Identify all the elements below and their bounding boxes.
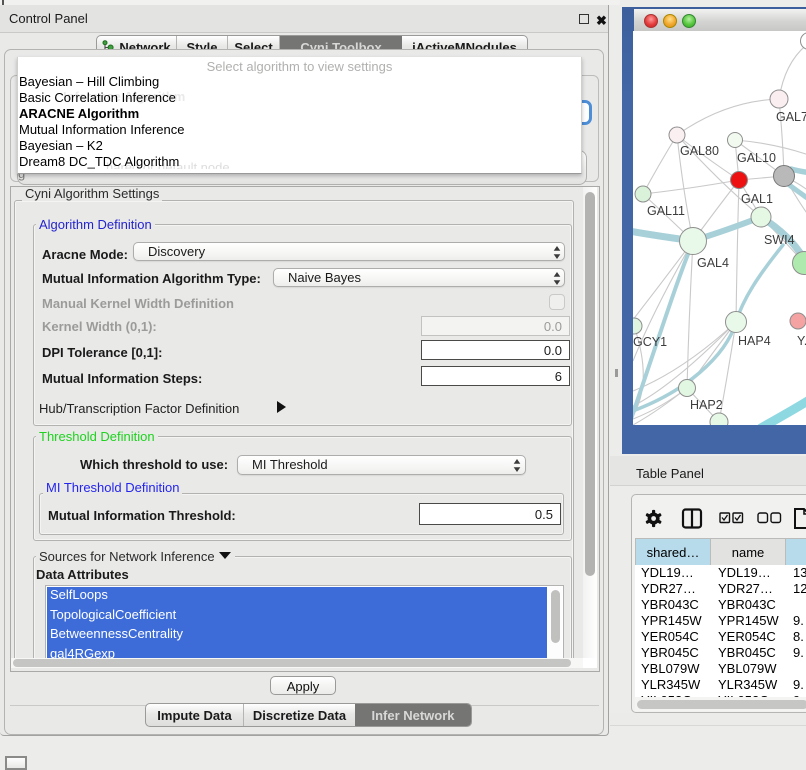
svg-text:GAL10: GAL10 [737, 151, 776, 165]
svg-text:GCY1: GCY1 [633, 335, 667, 349]
svg-text:HAP4: HAP4 [738, 334, 771, 348]
svg-text:GAL7: GAL7 [776, 110, 806, 124]
svg-text:GAL1: GAL1 [741, 192, 773, 206]
svg-text:GAL4: GAL4 [697, 256, 729, 270]
svg-text:SWI4: SWI4 [764, 233, 795, 247]
svg-text:HAP2: HAP2 [690, 398, 723, 412]
svg-text:GAL11: GAL11 [647, 204, 685, 218]
svg-text:Y.: Y. [797, 334, 806, 348]
svg-text:GAL80: GAL80 [680, 144, 719, 158]
